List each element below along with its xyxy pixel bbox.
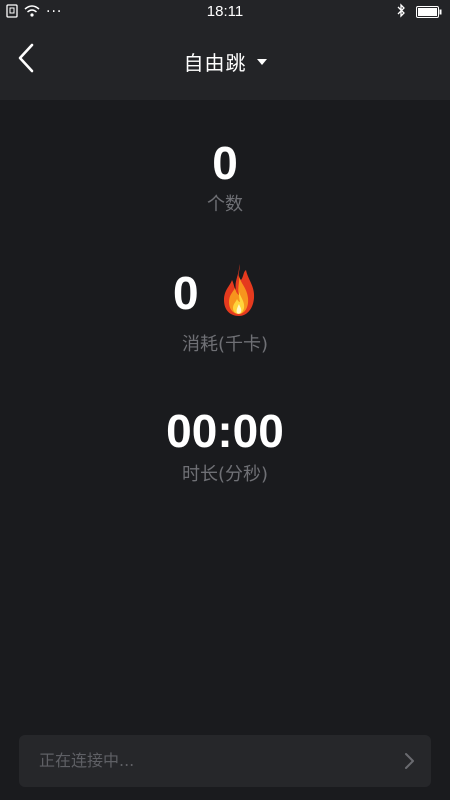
chevron-right-icon (403, 752, 415, 770)
connection-status-bar[interactable]: 正在连接中... (19, 735, 431, 787)
mode-selector[interactable]: 自由跳 (0, 44, 450, 78)
calories-value: 0 (173, 267, 199, 319)
status-right (396, 2, 442, 22)
battery-icon (416, 3, 442, 22)
caret-down-icon (256, 59, 267, 65)
header: 自由跳 (0, 24, 450, 100)
page-title: 自由跳 (183, 50, 247, 75)
status-bar: ··· 18:11 (0, 0, 450, 24)
count-label: 个数 (207, 194, 243, 215)
jump-rope-screen: ··· 18:11 自由跳 0 个数 0 消耗(千卡) 00:00 时长(分秒)… (0, 0, 450, 800)
calories-row: 0 (0, 262, 450, 322)
count-value: 0 (212, 137, 238, 189)
duration-label: 时长(分秒) (181, 464, 269, 485)
fire-icon (222, 262, 256, 318)
duration-value: 00:00 (166, 405, 284, 457)
connection-status-text: 正在连接中... (39, 751, 135, 770)
bluetooth-icon (396, 2, 406, 22)
status-time: 18:11 (206, 3, 244, 20)
calories-label: 消耗(千卡) (181, 334, 269, 355)
